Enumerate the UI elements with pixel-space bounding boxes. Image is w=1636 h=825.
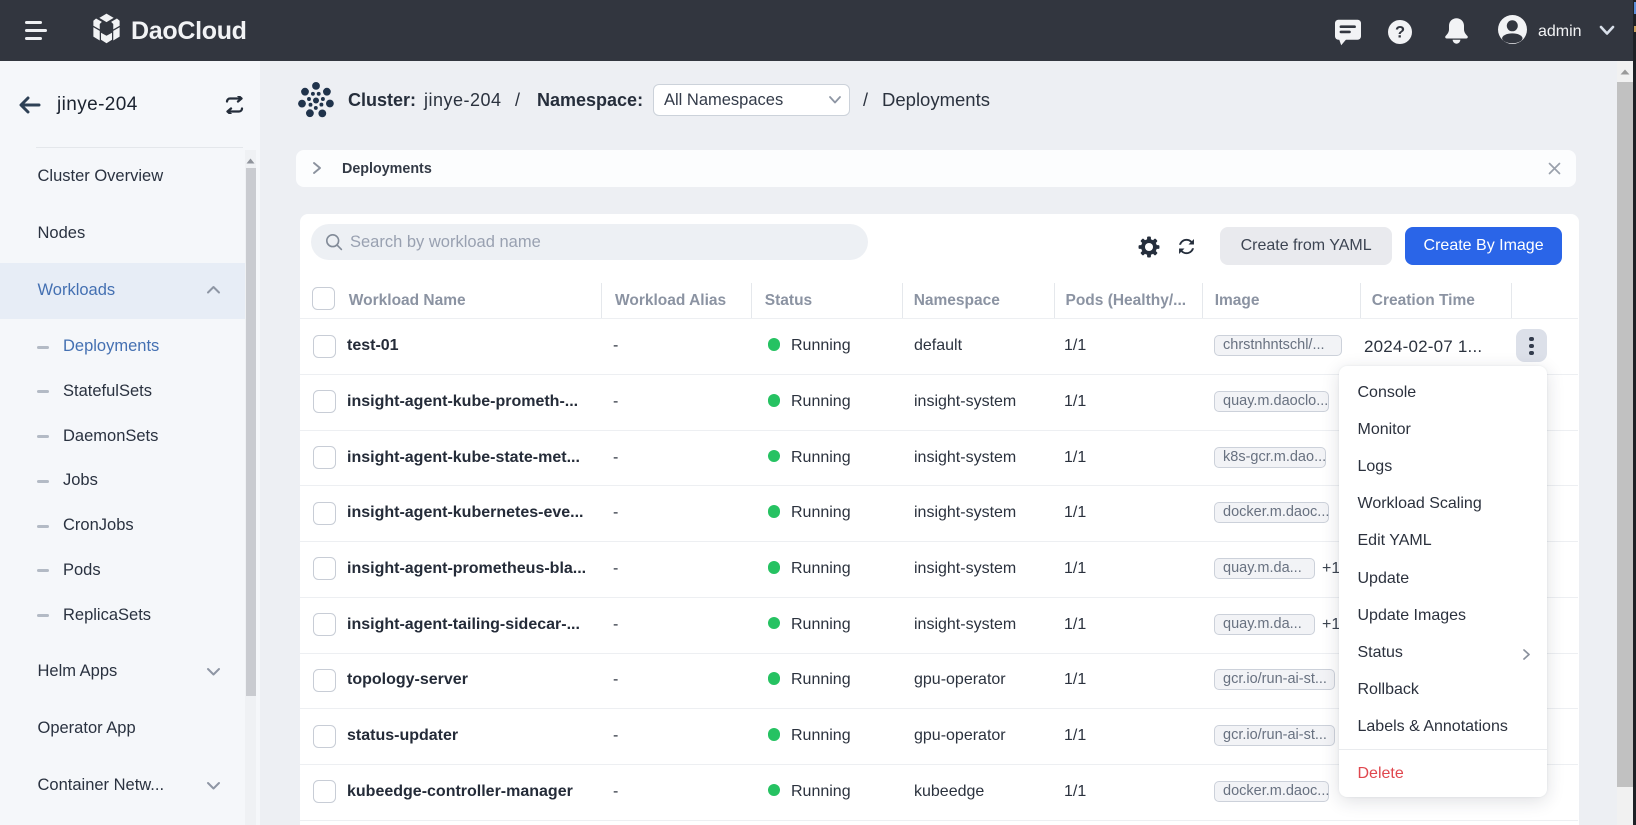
svg-text:?: ? <box>1395 23 1405 41</box>
